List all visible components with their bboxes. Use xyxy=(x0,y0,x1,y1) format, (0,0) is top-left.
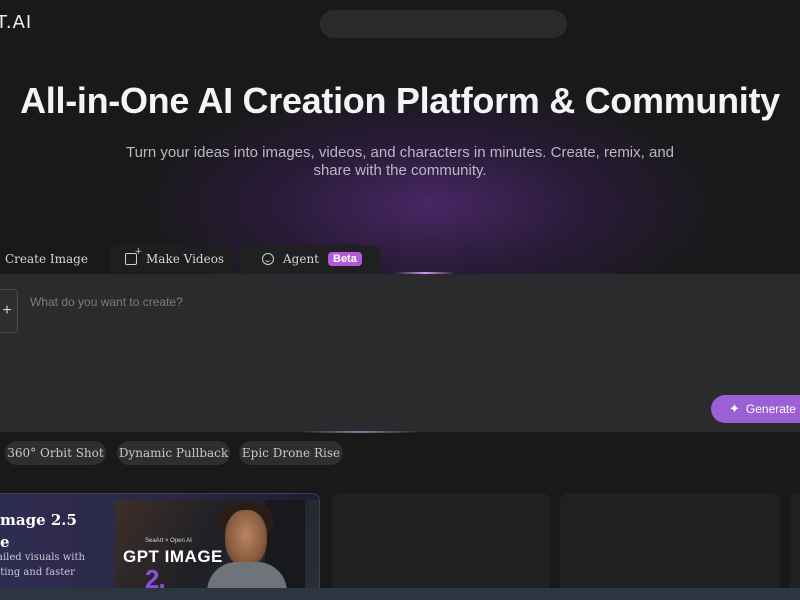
prompt-panel-highlight xyxy=(300,431,420,433)
tab-agent-label: Agent xyxy=(283,252,319,266)
chip-dynamic-pullback[interactable]: Dynamic Pullback xyxy=(117,441,230,465)
showcase-card[interactable] xyxy=(790,493,800,600)
sparkle-icon: ✦ xyxy=(729,401,740,416)
tab-agent[interactable]: Agent Beta xyxy=(240,245,380,273)
tab-create-image[interactable]: Create Image xyxy=(0,245,100,273)
thumbnail-title: GPT IMAGE xyxy=(123,547,223,566)
bottom-bar xyxy=(0,588,800,600)
chip-epic-drone-rise[interactable]: Epic Drone Rise xyxy=(239,441,343,465)
beta-badge: Beta xyxy=(328,252,362,266)
generate-button[interactable]: ✦ Generate xyxy=(711,395,800,423)
hero-title: All-in-One AI Creation Platform & Commun… xyxy=(20,80,780,121)
tab-make-videos-label: Make Videos xyxy=(146,252,225,266)
hero-subtitle: Turn your ideas into images, videos, and… xyxy=(125,144,675,179)
tab-make-videos[interactable]: Make Videos xyxy=(110,245,235,273)
featured-card-thumbnail: SeaArt × Open AI GPT IMAGE 2. xyxy=(115,500,319,600)
showcase-card[interactable] xyxy=(332,493,550,600)
prompt-input[interactable] xyxy=(30,292,730,312)
thumbnail-brand: SeaArt × Open AI xyxy=(145,538,192,544)
creation-tabs: Create Image Make Videos Agent Beta xyxy=(0,245,800,275)
agent-smile-icon xyxy=(262,253,274,265)
video-plus-icon xyxy=(125,247,142,265)
thumbnail-person-face xyxy=(225,510,267,566)
add-reference-button[interactable]: + xyxy=(0,289,18,333)
featured-card-gpt-image[interactable]: mage 2.5 e ailed visuals with iting and … xyxy=(0,493,320,600)
top-search-bar[interactable] xyxy=(320,10,567,38)
chip-orbit-shot[interactable]: 360° Orbit Shot xyxy=(5,441,106,465)
tab-create-image-label: Create Image xyxy=(5,252,88,266)
site-logo[interactable]: T.AI xyxy=(0,12,32,33)
featured-card-title: mage 2.5 e xyxy=(0,511,77,551)
generate-button-label: Generate xyxy=(745,402,796,416)
showcase-card[interactable] xyxy=(560,493,780,600)
